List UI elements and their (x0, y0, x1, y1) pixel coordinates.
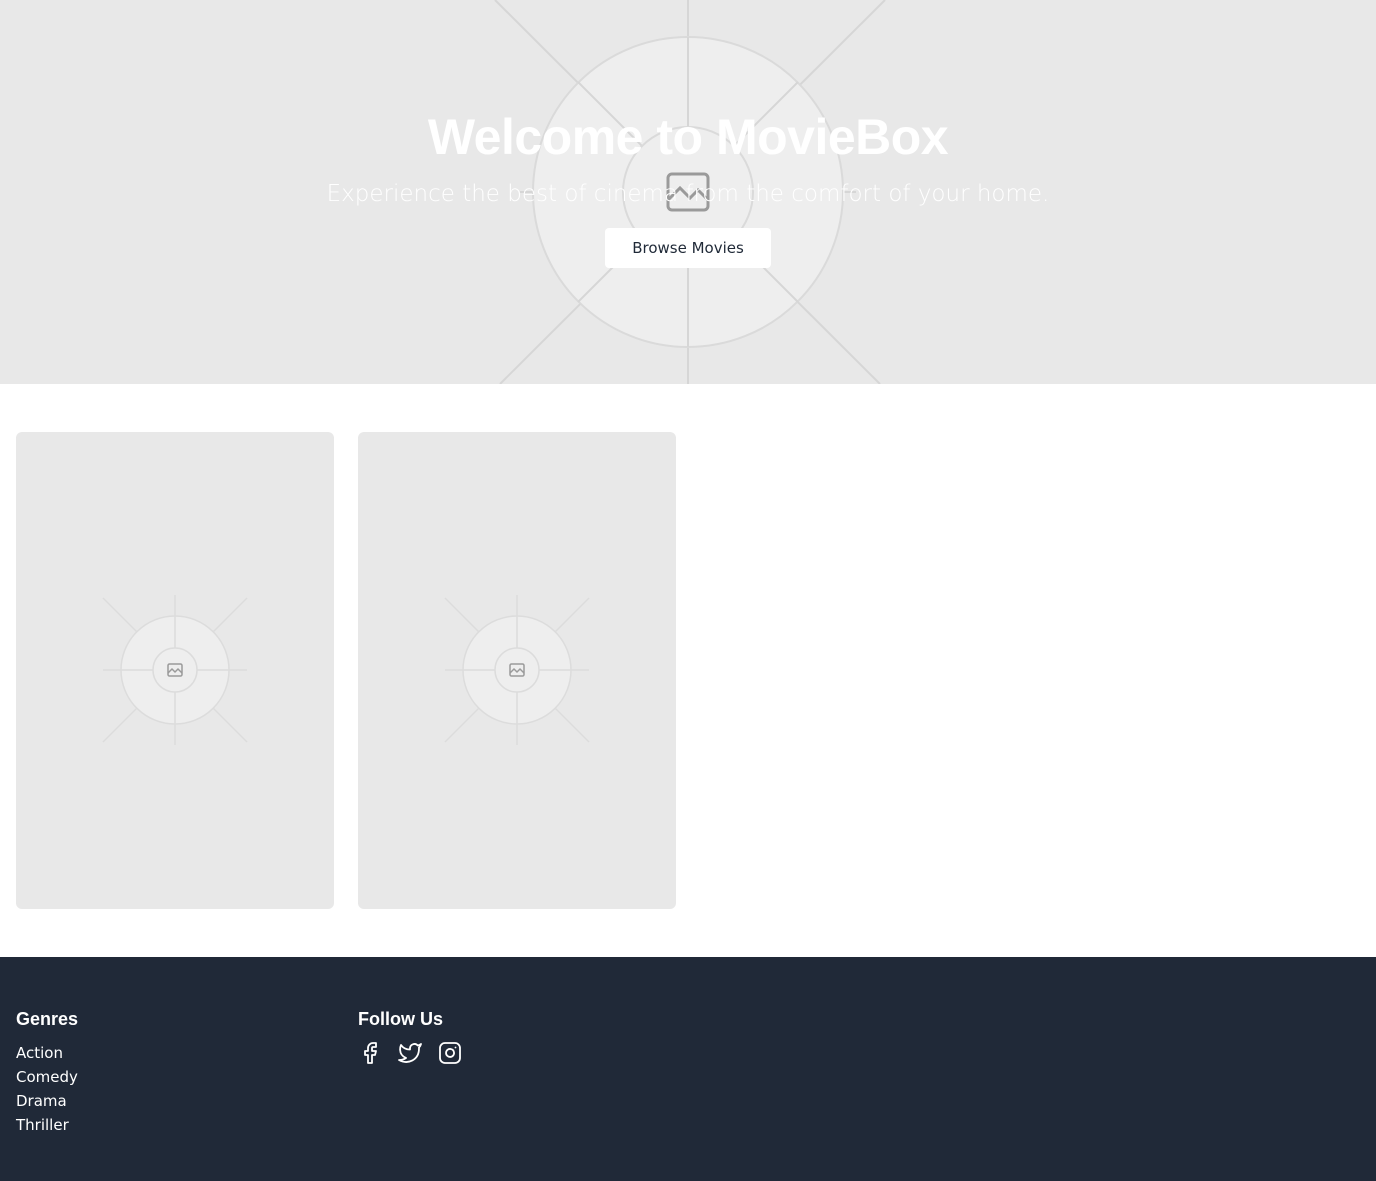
movie-poster-placeholder (102, 595, 248, 745)
hero-content: Welcome to MovieBox Experience the best … (0, 0, 1376, 384)
footer-genres: Genres Action Comedy Drama Thriller (16, 1007, 78, 1137)
instagram-icon[interactable] (438, 1041, 462, 1065)
movie-poster-placeholder (444, 595, 590, 745)
hero-section: Welcome to MovieBox Experience the best … (0, 0, 1376, 384)
movie-card[interactable] (16, 432, 334, 909)
footer: Genres Action Comedy Drama Thriller Foll… (0, 957, 1376, 1181)
twitter-icon[interactable] (398, 1041, 422, 1065)
genre-link-thriller[interactable]: Thriller (16, 1113, 78, 1137)
genre-link-comedy[interactable]: Comedy (16, 1065, 78, 1089)
genres-heading: Genres (16, 1009, 79, 1029)
hero-subtitle: Experience the best of cinema from the c… (326, 181, 1050, 207)
social-links (358, 1041, 462, 1065)
genre-list: Action Comedy Drama Thriller (16, 1041, 78, 1137)
genre-link-action[interactable]: Action (16, 1041, 78, 1065)
hero-title: Welcome to MovieBox (427, 109, 949, 165)
genre-link-drama[interactable]: Drama (16, 1089, 78, 1113)
follow-heading: Follow Us (358, 1009, 443, 1029)
movie-card[interactable] (358, 432, 676, 909)
browse-movies-button[interactable]: Browse Movies (605, 228, 771, 268)
facebook-icon[interactable] (358, 1041, 382, 1065)
footer-follow: Follow Us (358, 1007, 462, 1065)
